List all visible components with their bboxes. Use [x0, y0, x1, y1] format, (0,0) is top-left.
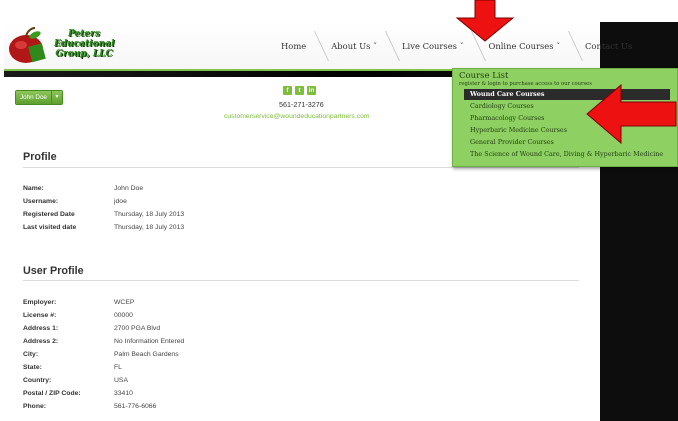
profile-label-username: Username:	[23, 198, 59, 205]
user-profile-value-state: FL	[114, 364, 122, 371]
user-profile-value-zip: 33410	[114, 390, 133, 397]
nav-online-courses-label: Online Courses	[488, 41, 554, 51]
contact-email-link[interactable]: customerservice@woundeducationpartners.c…	[224, 113, 370, 120]
nav-contact-us-label: Contact Us	[585, 41, 633, 51]
nav-about-us[interactable]: About Us ˅	[322, 22, 392, 70]
nav-home[interactable]: Home	[272, 22, 321, 70]
user-profile-label-employer: Employer:	[23, 299, 57, 306]
profile-value-username: jdoe	[114, 198, 127, 205]
top-margin	[0, 0, 678, 22]
logo-text: Peters Educational Group, LLC	[54, 29, 114, 59]
nav-live-courses-label: Live Courses	[401, 41, 457, 51]
user-profile-divider	[23, 280, 579, 281]
user-menu-button[interactable]: John Doe ▾	[15, 90, 63, 105]
user-menu-label: John Doe	[16, 91, 51, 104]
nav-about-us-label: About Us	[331, 41, 371, 51]
chevron-down-icon: ˅	[556, 42, 561, 50]
linkedin-icon[interactable]: in	[307, 86, 316, 95]
menu-item-science-of-wound-care[interactable]: The Science of Wound Care, Diving & Hype…	[464, 149, 670, 160]
user-profile-label-address1: Address 1:	[23, 325, 59, 332]
red-arrow-left-icon	[586, 83, 677, 145]
profile-value-last-visited: Thursday, 18 July 2013	[114, 224, 185, 231]
dropdown-title: Course List	[459, 71, 509, 81]
user-profile-label-address2: Address 2:	[23, 338, 59, 345]
nav-home-label: Home	[281, 41, 307, 51]
user-profile-label-license: License #:	[23, 312, 57, 319]
logo-line-2: Educational	[54, 39, 115, 49]
profile-heading: Profile	[23, 151, 57, 163]
user-profile-heading: User Profile	[23, 265, 84, 277]
twitter-icon[interactable]: t	[295, 86, 304, 95]
logo-line-3: Group, LLC	[55, 49, 113, 59]
caret-down-icon[interactable]: ▾	[50, 91, 62, 104]
contact-phone: 561-271-3276	[279, 100, 324, 109]
user-profile-label-zip: Postal / ZIP Code:	[23, 390, 81, 397]
red-arrow-down-icon	[455, 0, 515, 42]
user-profile-value-address1: 2700 PGA Blvd	[114, 325, 161, 332]
user-profile-label-country: Country:	[23, 377, 52, 384]
facebook-icon[interactable]: f	[283, 86, 292, 95]
user-profile-label-phone: Phone:	[23, 403, 47, 410]
profile-label-name: Name:	[23, 185, 44, 192]
user-profile-value-country: USA	[114, 377, 128, 384]
profile-label-registered: Registered Date	[23, 211, 75, 218]
chevron-down-icon: ˅	[459, 42, 464, 50]
site-logo[interactable]: Peters Educational Group, LLC	[6, 25, 116, 65]
user-profile-label-city: City:	[23, 351, 39, 358]
logo-line-1: Peters	[68, 29, 100, 39]
user-profile-value-license: 00000	[114, 312, 133, 319]
profile-value-registered: Thursday, 18 July 2013	[114, 211, 185, 218]
user-profile-value-city: Palm Beach Gardens	[114, 351, 179, 358]
profile-label-last-visited: Last visited date	[23, 224, 77, 231]
user-profile-value-address2: No Information Entered	[114, 338, 185, 345]
user-profile-value-employer: WCEP	[114, 299, 135, 306]
user-profile-label-state: State:	[23, 364, 42, 371]
profile-divider	[23, 167, 579, 168]
dropdown-subtitle: register & login to purchase access to o…	[459, 81, 592, 87]
chevron-down-icon: ˅	[373, 42, 377, 50]
user-profile-value-phone: 561-776-6066	[114, 403, 157, 410]
social-links: f t in	[283, 86, 316, 95]
nav-contact-us[interactable]: Contact Us	[576, 22, 647, 70]
profile-value-name: John Doe	[114, 185, 144, 192]
